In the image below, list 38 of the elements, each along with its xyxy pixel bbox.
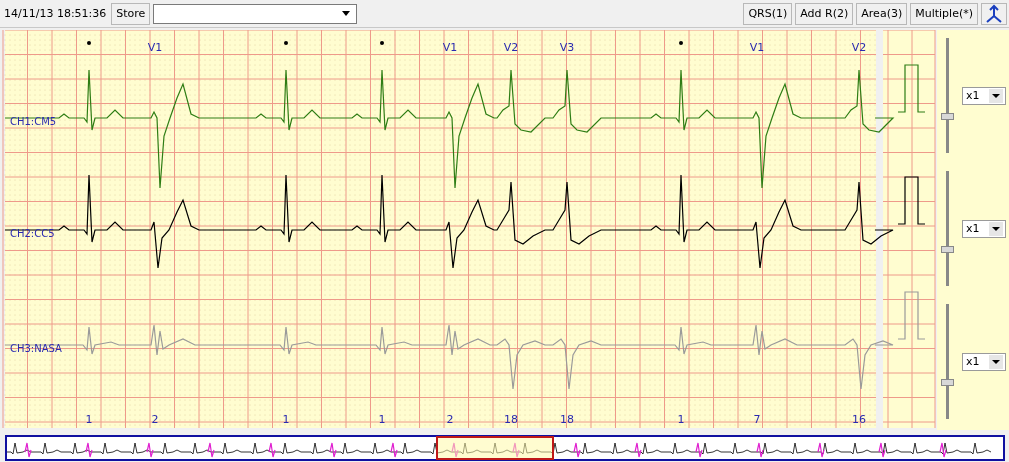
channel-label: CH2:CC5 — [10, 228, 55, 239]
gain-dropdown[interactable]: x1 — [962, 219, 1006, 238]
gain-dropdown[interactable]: x1 — [962, 86, 1006, 105]
calibration-pulse — [897, 64, 926, 113]
store-button[interactable]: Store — [111, 2, 151, 25]
beat-count-label: 1 — [677, 413, 685, 426]
cursor-tool-button[interactable] — [981, 2, 1007, 25]
beat-type-label: V3 — [559, 41, 575, 54]
slider-thumb[interactable] — [941, 113, 954, 121]
calibration-pulse — [897, 176, 926, 225]
beat-count-label: 18 — [504, 413, 518, 426]
beat-count-label: 2 — [446, 413, 454, 426]
beat-type-label: V2 — [503, 41, 519, 54]
channel-label: CH3:NASA — [10, 343, 62, 354]
slider-thumb[interactable] — [941, 379, 954, 387]
toolbar-button[interactable]: Area(3) — [856, 2, 908, 25]
beat-count-label: 16 — [852, 413, 866, 426]
toolbar-button[interactable]: QRS(1) — [743, 2, 793, 25]
timestamp: 14/11/13 18:51:36 — [4, 7, 107, 20]
beat-type-label: V1 — [147, 41, 163, 54]
beat-type-label: V1 — [749, 41, 765, 54]
calibration-pulse — [897, 291, 926, 340]
beat-count-label: 1 — [282, 413, 290, 426]
beat-type-label: V2 — [851, 41, 867, 54]
beat-count-label: 1 — [378, 413, 386, 426]
store-dropdown[interactable] — [153, 3, 358, 24]
beat-count-label: 7 — [753, 413, 761, 426]
slider-thumb[interactable] — [941, 246, 954, 254]
selection-window[interactable] — [436, 436, 554, 460]
beat-count-label: 2 — [151, 413, 159, 426]
channel-label: CH1:CM5 — [10, 116, 57, 127]
beat-count-label: 1 — [85, 413, 93, 426]
beat-type-label: V1 — [442, 41, 458, 54]
toolbar-button[interactable]: Add R(2) — [795, 2, 854, 25]
toolbar-button[interactable]: Multiple(*) — [910, 2, 978, 25]
beat-count-label: 18 — [560, 413, 574, 426]
dropdown-arrow-icon — [342, 10, 351, 16]
gain-dropdown[interactable]: x1 — [962, 352, 1006, 371]
